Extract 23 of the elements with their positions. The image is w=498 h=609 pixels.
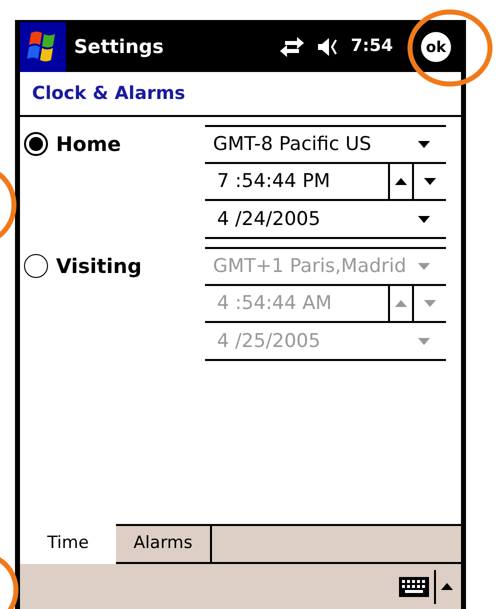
keyboard-icon[interactable] xyxy=(399,574,429,598)
up-arrow-icon xyxy=(395,300,407,307)
dropdown-arrow-icon xyxy=(418,216,430,222)
dropdown-arrow-icon xyxy=(418,263,430,270)
timezone-dropdown[interactable]: GMT-8 Pacific US xyxy=(205,127,446,164)
date-dropdown[interactable]: 4 /24/2005 xyxy=(205,201,446,239)
connectivity-icon[interactable] xyxy=(278,36,305,58)
dropdown-arrow-icon xyxy=(418,338,430,344)
window-title: Settings xyxy=(74,34,164,60)
page-title: Clock & Alarms xyxy=(32,82,186,106)
radio-label: Visiting xyxy=(56,253,142,280)
dropdown-arrow-icon xyxy=(424,300,436,307)
up-arrow-icon xyxy=(395,178,407,185)
radio-label: Home xyxy=(56,131,121,158)
radio-button[interactable] xyxy=(24,132,48,156)
dropdown-arrow-icon xyxy=(424,178,436,185)
tab[interactable]: Time xyxy=(20,524,116,564)
up-arrow-icon xyxy=(441,583,453,590)
tab[interactable]: Alarms xyxy=(116,524,212,564)
ok-button[interactable]: ok xyxy=(421,32,451,62)
dropdown-arrow-icon xyxy=(418,141,430,148)
clock-time[interactable]: 7:54 xyxy=(350,34,393,60)
time-field[interactable]: 7 :54:44 PM xyxy=(205,164,388,199)
